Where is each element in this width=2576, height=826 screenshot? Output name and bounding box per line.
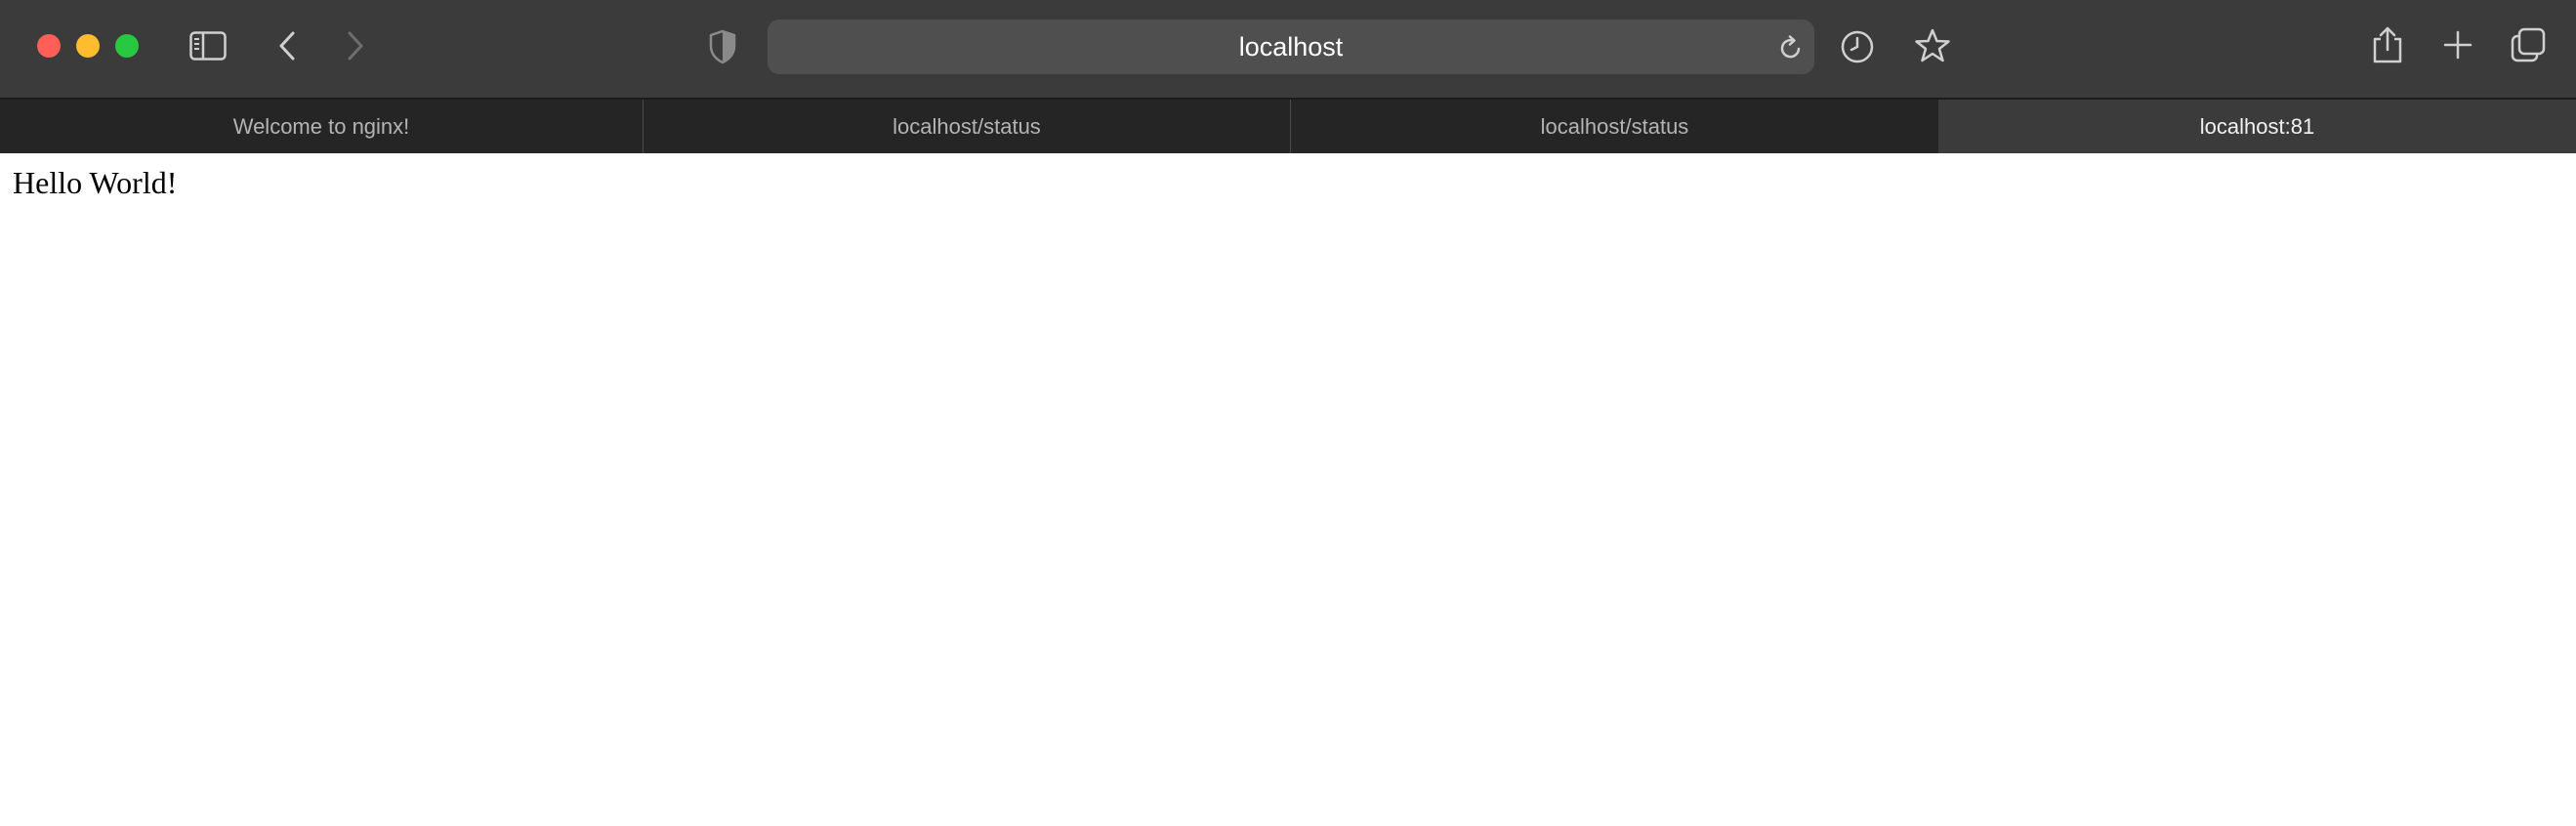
tab-welcome-nginx[interactable]: Welcome to nginx! bbox=[0, 100, 644, 153]
tab-label: localhost/status bbox=[1540, 114, 1689, 139]
address-bar[interactable]: localhost bbox=[768, 20, 1814, 74]
close-window-button[interactable] bbox=[37, 34, 61, 58]
address-url: localhost bbox=[1238, 32, 1344, 62]
tab-localhost-status-1[interactable]: localhost/status bbox=[644, 100, 1291, 153]
clock-icon[interactable] bbox=[1840, 29, 1875, 64]
tabs-overview-icon[interactable] bbox=[2511, 27, 2546, 62]
zoom-window-button[interactable] bbox=[115, 34, 139, 58]
minimize-window-button[interactable] bbox=[76, 34, 100, 58]
browser-toolbar: localhost bbox=[0, 0, 2576, 98]
chevron-right-icon[interactable] bbox=[346, 30, 365, 62]
chevron-left-icon[interactable] bbox=[277, 30, 297, 62]
tab-label: Welcome to nginx! bbox=[232, 114, 410, 139]
reload-icon[interactable] bbox=[1779, 35, 1803, 65]
tab-localhost-81[interactable]: localhost:81 bbox=[1938, 100, 2576, 153]
shield-icon[interactable] bbox=[708, 29, 737, 64]
share-icon[interactable] bbox=[2371, 25, 2404, 64]
page-text: Hello World! bbox=[13, 165, 178, 200]
tab-label: localhost/status bbox=[893, 114, 1041, 139]
tab-label: localhost:81 bbox=[2199, 114, 2315, 139]
star-icon[interactable] bbox=[1913, 27, 1952, 64]
sidebar-icon[interactable] bbox=[189, 31, 227, 61]
page-content: Hello World! bbox=[0, 153, 2576, 826]
tab-bar: Welcome to nginx! localhost/status local… bbox=[0, 98, 2576, 153]
tab-localhost-status-2[interactable]: localhost/status bbox=[1291, 100, 1938, 153]
plus-icon[interactable] bbox=[2442, 29, 2473, 61]
